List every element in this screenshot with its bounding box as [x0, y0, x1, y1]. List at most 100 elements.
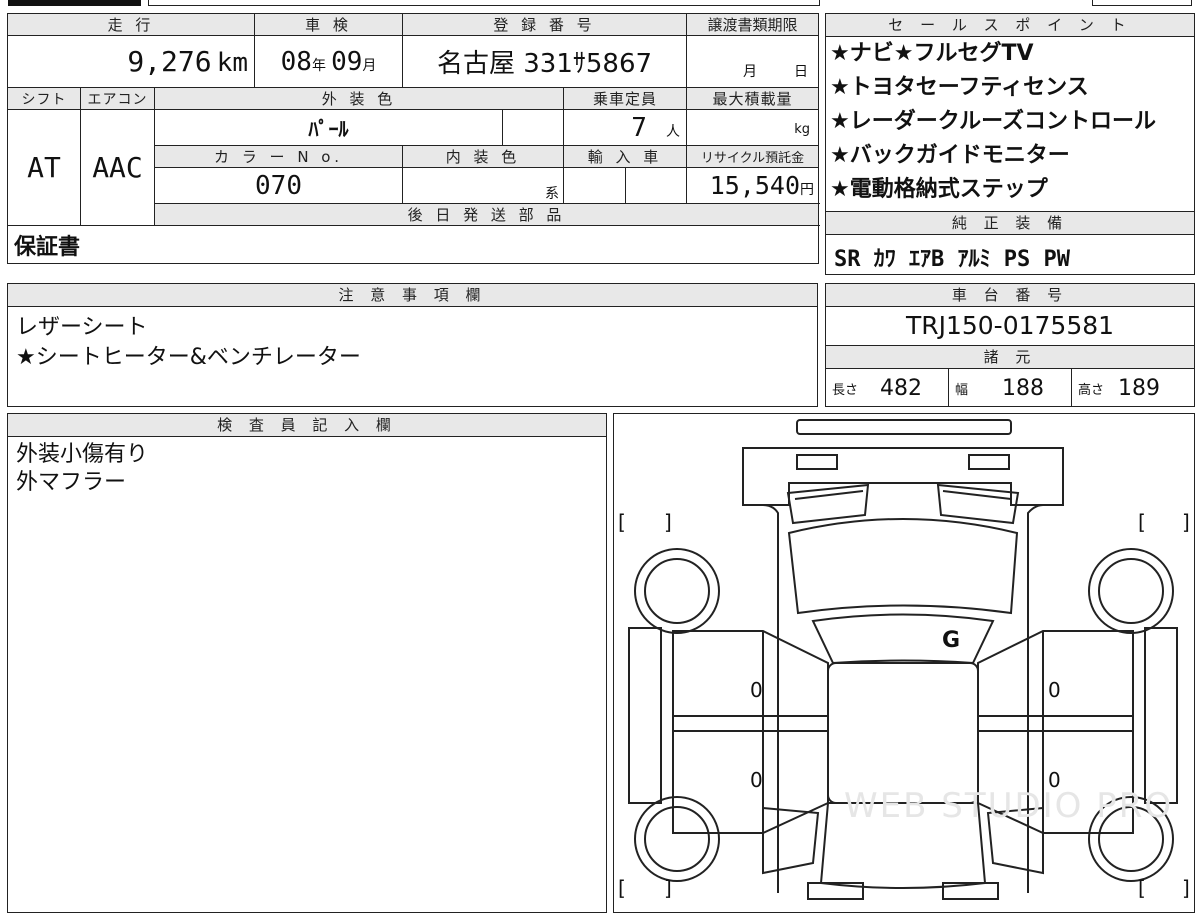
exterior-color-blank — [502, 109, 565, 146]
car-diagram-box: [ ] [ ] [ ] [ ] G 0 0 0 0 WEB STUDIO PRO — [613, 413, 1195, 913]
note-line: ★シートヒーター&ベンチレーター — [16, 345, 361, 370]
spec-length: 長さ 482 — [826, 369, 949, 407]
mark-right-front-door: 0 — [1048, 678, 1061, 702]
spec-length-label: 長さ — [832, 382, 859, 398]
sales-point-item: ★バックガイドモニター — [830, 143, 1070, 168]
interior-color-cell: 系 — [402, 167, 565, 204]
mark-left-rear-door: 0 — [750, 768, 763, 792]
stub-line-right — [1092, 0, 1192, 6]
inspector-list: 外装小傷有り 外マフラー — [8, 437, 606, 503]
later-parts-cell: 保証書 — [6, 225, 820, 264]
transfer-deadline-cell: 月 日 — [686, 35, 820, 88]
interior-color-suffix: 系 — [545, 186, 560, 202]
diagram-front-grille-right — [967, 453, 1010, 470]
capacity-unit: 人 — [666, 123, 681, 140]
sales-point-item: ★ナビ★フルセグTV — [830, 41, 1034, 66]
spec-height-value: 189 — [1118, 375, 1161, 401]
diagram-headlight-left — [786, 483, 869, 524]
interior-color-label: 内 装 色 — [402, 145, 565, 168]
bracket-rl-open: [ — [618, 876, 626, 900]
max-load-cell: kg — [686, 109, 820, 146]
import-label: 輸 入 車 — [563, 145, 688, 168]
spec-width-value: 188 — [1002, 375, 1045, 401]
bracket-rl-close: ] — [664, 876, 672, 900]
exterior-color-cell: ﾊﾟｰﾙ — [153, 109, 504, 146]
mileage-label: 走 行 — [6, 13, 256, 36]
diagram-wheel-fr-inner — [1097, 557, 1164, 624]
sales-point-item: ★トヨタセーフティセンス — [830, 75, 1089, 100]
diagram-front-bumper — [741, 446, 1064, 506]
chassis-box: 車 台 番 号 TRJ150-0175581 諸 元 長さ 482 幅 188 … — [825, 283, 1195, 407]
diagram-headlight-right — [936, 483, 1019, 524]
color-no-value: 070 — [255, 170, 302, 201]
registration-value: 名古屋 331ｻ5867 — [436, 49, 653, 79]
notes-title: 注 意 事 項 欄 — [8, 284, 817, 307]
bracket-fr-close: ] — [1182, 510, 1190, 534]
vehicle-info-table: 走 行 車 検 登 録 番 号 譲渡書類期限 9,276 km 08年 09 月 … — [6, 13, 820, 264]
transfer-deadline-label: 譲渡書類期限 — [686, 13, 820, 36]
recycle-fee-label: リサイクル預託金 — [686, 145, 820, 168]
capacity-label: 乗車定員 — [563, 87, 688, 110]
inspection-month: 09 — [331, 46, 363, 77]
car-diagram — [627, 418, 1178, 900]
capacity-cell: 7 人 — [563, 109, 688, 146]
sales-points-title: セ ー ル ス ポ イ ン ト — [826, 14, 1194, 37]
diagram-left-front-fender — [627, 626, 662, 804]
notes-box: 注 意 事 項 欄 レザーシート ★シートヒーター&ベンチレーター — [7, 283, 818, 407]
mileage-value: 9,276 — [127, 45, 212, 78]
mileage-cell: 9,276 km — [6, 35, 256, 88]
chassis-title: 車 台 番 号 — [826, 284, 1194, 307]
capacity-value: 7 — [631, 112, 647, 143]
diagram-hood-strip — [794, 489, 1011, 500]
chassis-value: TRJ150-0175581 — [905, 311, 1115, 340]
spec-width: 幅 188 — [949, 369, 1072, 407]
diagram-wheel-rl-inner — [643, 805, 710, 872]
spec-length-value: 482 — [880, 375, 923, 401]
stub-line — [148, 0, 820, 6]
later-parts-label: 後 日 発 送 部 品 — [153, 203, 820, 226]
spec-height: 高さ 189 — [1072, 369, 1194, 407]
inspector-title: 検 査 員 記 入 欄 — [8, 414, 606, 437]
inspector-line: 外マフラー — [16, 470, 127, 495]
bracket-fl-open: [ — [618, 510, 626, 534]
bracket-fr-open: [ — [1138, 510, 1146, 534]
import-cell-b — [625, 167, 688, 204]
top-stub-bar — [0, 0, 1200, 6]
shift-value: AT — [27, 151, 61, 184]
note-line: レザーシート — [16, 315, 148, 340]
diagram-windshield — [787, 517, 1018, 614]
color-no-cell: 070 — [153, 167, 404, 204]
bracket-rr-close: ] — [1182, 876, 1190, 900]
exterior-color-value: ﾊﾟｰﾙ — [308, 117, 349, 141]
specs-row: 長さ 482 幅 188 高さ 189 — [826, 369, 1194, 407]
mark-roof-g: G — [942, 628, 961, 653]
mileage-unit: km — [216, 48, 249, 78]
diagram-right-front-fender — [1143, 626, 1178, 804]
sales-points-box: セ ー ル ス ポ イ ン ト ★ナビ★フルセグTV ★トヨタセーフティセンス ★レ… — [825, 13, 1195, 213]
inspection-month-unit: 月 — [362, 57, 377, 74]
bracket-rr-open: [ — [1138, 876, 1146, 900]
diagram-rear-left-panel — [761, 806, 819, 874]
aircon-label: エアコン — [80, 87, 155, 110]
inspection-year-unit: 年 — [311, 57, 326, 74]
diagram-wheel-fl-inner — [643, 557, 710, 624]
max-load-label: 最大積載量 — [686, 87, 820, 110]
import-cell-a — [563, 167, 627, 204]
recycle-fee-value: 15,540 — [709, 171, 801, 200]
sales-point-item: ★電動格納式ステップ — [830, 177, 1048, 202]
spec-height-label: 高さ — [1078, 382, 1105, 398]
genuine-equipment-value: SR ｶﾜ ｴｱB ｱﾙﾐ PS PW — [834, 247, 1070, 272]
later-parts-value: 保証書 — [14, 234, 81, 260]
diagram-wheel-rl — [633, 795, 720, 882]
inspector-line: 外装小傷有り — [16, 442, 149, 467]
recycle-fee-unit: 円 — [800, 182, 815, 198]
recycle-fee-cell: 15,540円 — [686, 167, 820, 204]
deadline-month-unit: 月 — [743, 64, 758, 80]
registration-cell: 名古屋 331ｻ5867 — [402, 35, 688, 88]
inspector-box: 検 査 員 記 入 欄 外装小傷有り 外マフラー — [7, 413, 607, 913]
notes-list: レザーシート ★シートヒーター&ベンチレーター — [8, 307, 817, 379]
deadline-day-unit: 日 — [794, 64, 809, 80]
diagram-body-outline — [762, 503, 1043, 893]
mark-left-front-door: 0 — [750, 678, 763, 702]
aircon-cell: AAC — [80, 109, 155, 226]
